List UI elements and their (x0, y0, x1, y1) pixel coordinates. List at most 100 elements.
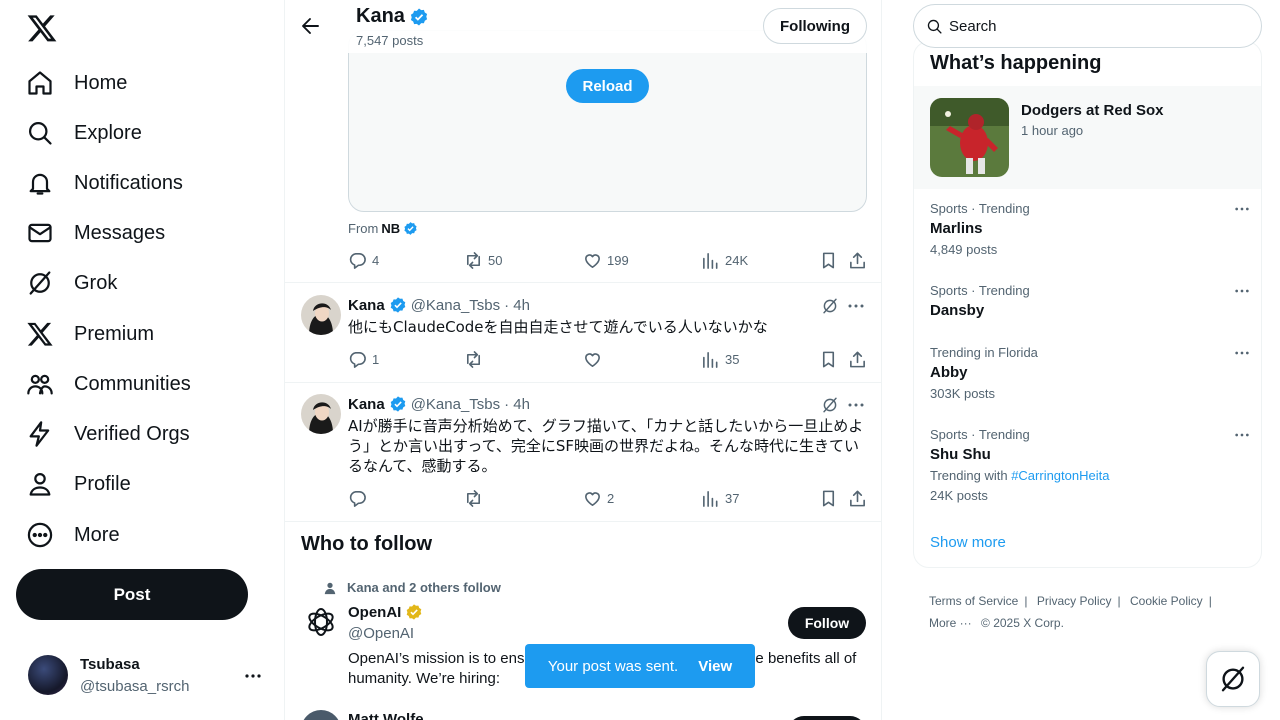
nav-profile[interactable]: Profile (26, 464, 131, 504)
author-handle[interactable]: @Kana_Tsbs (411, 396, 500, 413)
nav-explore[interactable]: Explore (26, 113, 142, 153)
trend-item[interactable]: Trending in Florida Abby 303K posts (930, 345, 1250, 401)
nav-grok[interactable]: Grok (26, 263, 117, 303)
follow-button[interactable]: Follow (788, 607, 866, 639)
repost-button[interactable] (464, 350, 483, 369)
reply-icon (349, 491, 366, 507)
cookie-link[interactable]: Cookie Policy (1130, 594, 1203, 608)
reply-button[interactable]: 4 (348, 251, 379, 270)
verified-badge-icon (404, 222, 417, 235)
from-source[interactable]: NB (381, 221, 400, 236)
nav-notifications[interactable]: Notifications (26, 163, 183, 203)
like-button[interactable]: 2 (583, 489, 614, 508)
verified-badge-icon (390, 396, 405, 412)
bookmark-icon (822, 252, 835, 269)
more-dots-icon[interactable] (847, 297, 865, 315)
post-button[interactable]: Post (16, 569, 248, 620)
x-logo-icon[interactable] (26, 12, 58, 44)
nav-communities[interactable]: Communities (26, 364, 191, 404)
person-icon (29, 472, 51, 496)
share-button[interactable] (848, 350, 867, 369)
nav-profile-label: Profile (74, 472, 131, 495)
back-arrow-icon[interactable] (301, 16, 321, 36)
bookmark-button[interactable] (819, 251, 838, 270)
views-count: 35 (725, 352, 740, 367)
trend-item[interactable]: Sports · Trending Dansby (930, 283, 1250, 319)
event-card[interactable]: Dodgers at Red Sox 1 hour ago (914, 86, 1261, 189)
nav-home[interactable]: Home (26, 63, 127, 103)
nav-more[interactable]: More (26, 515, 120, 555)
search-icon (28, 121, 52, 145)
trend-posts: 303K posts (930, 386, 996, 401)
privacy-link[interactable]: Privacy Policy (1037, 594, 1112, 608)
nav-messages[interactable]: Messages (26, 213, 165, 253)
nav-verified-orgs[interactable]: Verified Orgs (26, 414, 190, 454)
bookmark-button[interactable] (819, 489, 838, 508)
verified-badge-icon (410, 8, 428, 25)
trend-title: Shu Shu (930, 446, 991, 463)
toast-text: Your post was sent. (547, 657, 679, 675)
bookmark-icon (822, 351, 835, 368)
bookmark-button[interactable] (819, 350, 838, 369)
following-button[interactable]: Following (763, 8, 867, 44)
share-button[interactable] (848, 251, 867, 270)
grok-icon[interactable] (821, 396, 839, 414)
nav-home-label: Home (74, 71, 128, 94)
repost-icon (466, 351, 481, 368)
trend-item[interactable]: Sports · Trending Marlins 4,849 posts (930, 201, 1250, 257)
avatar[interactable] (301, 710, 341, 720)
like-button[interactable] (583, 350, 602, 369)
more-dots-icon[interactable] (1234, 283, 1250, 299)
post-text: AIが勝手に音声分析始めて、グラフ描いて、「カナと話したいから一旦止めよう」とか… (348, 417, 864, 475)
repost-button[interactable] (464, 489, 483, 508)
more-dots-icon[interactable] (1234, 427, 1250, 443)
who-to-follow-title: Who to follow (301, 533, 433, 555)
post-time[interactable]: · 4h (504, 297, 530, 314)
repost-button[interactable]: 50 (464, 251, 502, 270)
terms-link[interactable]: Terms of Service (929, 594, 1018, 608)
more-dots-icon[interactable] (1234, 345, 1250, 361)
toast-view-link[interactable]: View (698, 658, 732, 675)
suggested-account-name[interactable]: Matt Wolfe (348, 711, 424, 720)
reply-button[interactable] (348, 489, 367, 508)
reload-button[interactable]: Reload (566, 69, 649, 103)
show-more-link[interactable]: Show more (930, 534, 1006, 551)
reply-button[interactable]: 1 (348, 350, 379, 369)
views-button[interactable]: 35 (701, 350, 739, 369)
hashtag-link[interactable]: #CarringtonHeita (1011, 468, 1109, 483)
trend-item[interactable]: Sports · Trending Shu Shu Trending with … (930, 427, 1250, 503)
views-button[interactable]: 37 (701, 489, 739, 508)
views-button[interactable]: 24K (701, 251, 748, 270)
author-handle[interactable]: @Kana_Tsbs (411, 297, 500, 314)
account-switcher[interactable]: Tsubasa @tsubasa_rsrch (28, 655, 268, 697)
copyright: © 2025 X Corp. (981, 616, 1064, 630)
share-button[interactable] (848, 489, 867, 508)
divider (285, 382, 881, 383)
avatar (28, 655, 68, 695)
more-link[interactable]: More ··· (929, 616, 972, 630)
social-context-text: Kana and 2 others follow (347, 580, 501, 595)
avatar[interactable] (301, 394, 341, 434)
nav-premium[interactable]: Premium (26, 314, 154, 354)
suggested-account-name[interactable]: OpenAI (348, 603, 423, 621)
post-count: 7,547 posts (356, 33, 424, 48)
grok-floating-button[interactable] (1206, 651, 1260, 707)
post-time[interactable]: · 4h (504, 396, 530, 413)
grok-icon[interactable] (821, 297, 839, 315)
follow-button[interactable] (788, 716, 866, 720)
divider (285, 521, 881, 522)
search-input[interactable]: Search (913, 4, 1262, 48)
more-dots-icon[interactable] (847, 396, 865, 414)
avatar[interactable] (301, 295, 341, 335)
repost-icon (466, 252, 481, 269)
openai-logo-icon[interactable] (301, 602, 341, 642)
from-prefix: From (348, 221, 379, 236)
author-name[interactable]: Kana (348, 396, 385, 413)
author-name[interactable]: Kana (348, 297, 385, 314)
account-handle[interactable]: @OpenAI (348, 625, 414, 642)
account-name: OpenAI (348, 603, 402, 621)
trends-panel: What’s happening Dodgers at Red Sox 1 ho… (913, 41, 1262, 568)
like-button[interactable]: 199 (583, 251, 629, 270)
trending-with: Trending with #CarringtonHeita (930, 468, 1250, 483)
more-dots-icon[interactable] (1234, 201, 1250, 217)
